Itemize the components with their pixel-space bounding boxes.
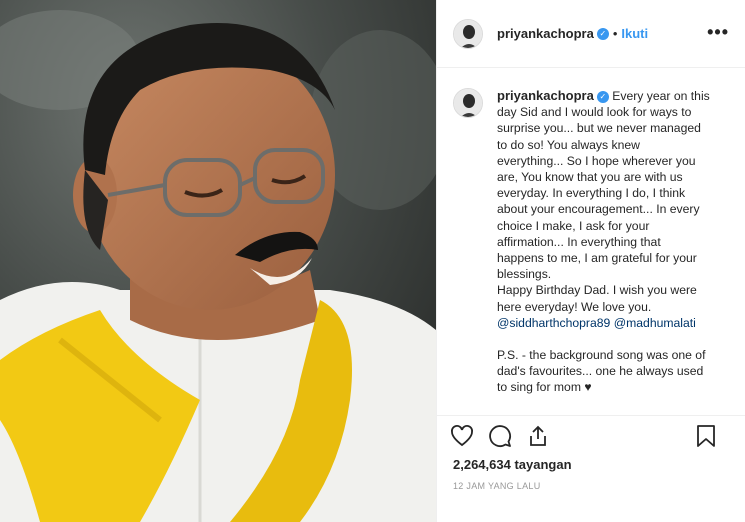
view-count[interactable]: 2,264,634 tayangan <box>437 457 745 472</box>
share-icon[interactable] <box>525 423 551 449</box>
caption-line: everyday. In everything I do, I think <box>497 186 686 201</box>
comment-icon[interactable] <box>487 423 513 449</box>
mention-link[interactable]: @madhumalati <box>614 316 696 330</box>
heart-icon[interactable] <box>449 423 475 449</box>
caption-line: affirmation... In everything that <box>497 234 661 249</box>
caption-username[interactable]: priyankachopra <box>497 88 594 103</box>
caption-line: are, You know that you are with us <box>497 170 683 185</box>
post-timestamp[interactable]: 12 JAM YANG LALU <box>437 481 745 491</box>
post-media[interactable] <box>0 0 436 522</box>
post-header: priyankachopra ✓ • Ikuti ••• <box>437 0 745 68</box>
post-author-username[interactable]: priyankachopra <box>497 26 594 41</box>
verified-badge-icon: ✓ <box>596 27 609 40</box>
caption-line: blessings. <box>497 267 552 282</box>
caption-line: choice I make, I ask for your <box>497 218 650 233</box>
post-side-panel: priyankachopra ✓ • Ikuti ••• priyankacho… <box>436 0 745 522</box>
photo-illustration <box>0 0 436 522</box>
caption-line: surprise you... but we never managed <box>497 121 701 136</box>
caption-ps-line: P.S. - the background song was one of <box>497 348 706 363</box>
bookmark-icon[interactable] <box>693 423 719 449</box>
caption-section: priyankachopra ✓ Every year on this day S… <box>437 68 745 416</box>
avatar[interactable] <box>453 18 483 49</box>
verified-badge-icon: ✓ <box>596 91 609 104</box>
caption-line: Happy Birthday Dad. I wish you were <box>497 283 697 298</box>
caption-line: here everyday! We love you. <box>497 299 652 314</box>
caption-line: to do so! You always knew <box>497 137 640 152</box>
caption-line: Every year on this <box>612 89 710 103</box>
caption-line: day Sid and I would look for ways to <box>497 105 692 120</box>
caption-avatar[interactable] <box>453 88 483 118</box>
mention-link[interactable]: @siddharthchopra89 <box>497 316 610 330</box>
more-options-icon[interactable]: ••• <box>707 22 729 43</box>
caption-ps-line: dad's favourites... one he always used <box>497 364 704 379</box>
caption-line: happens to me, I am grateful for your <box>497 251 697 266</box>
follow-button[interactable]: Ikuti <box>621 26 648 41</box>
caption-text: priyankachopra ✓ Every year on this day S… <box>497 88 729 396</box>
caption-ps-line: to sing for mom ♥ <box>497 380 592 395</box>
caption-line: about your encouragement... In every <box>497 202 700 217</box>
caption-line: everything... So I hope wherever you <box>497 153 696 168</box>
separator-dot: • <box>612 26 618 41</box>
action-bar <box>437 416 745 456</box>
